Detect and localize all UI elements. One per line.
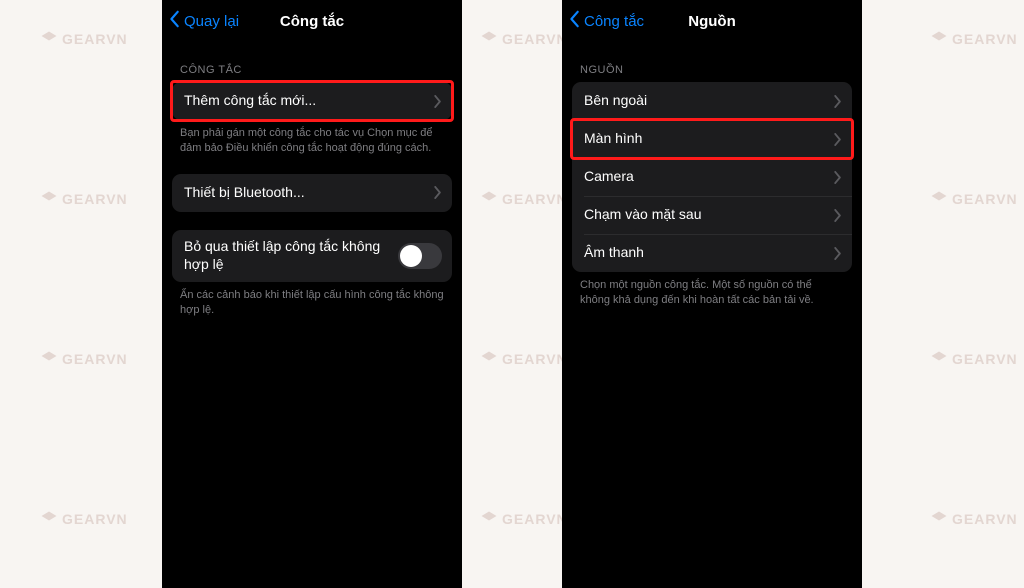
chevron-right-icon [834,133,842,146]
row-label: Thiết bị Bluetooth... [184,184,434,202]
chevron-left-icon [168,10,182,32]
footer-note: Bạn phải gán một công tắc cho tác vụ Chọ… [162,120,462,156]
chevron-right-icon [834,95,842,108]
footer-note: Chọn một nguồn công tắc. Một số nguồn có… [562,272,862,308]
page-title: Nguồn [688,13,735,30]
navbar: Quay lại Công tắc [162,0,462,42]
row-source-screen[interactable]: Màn hình [572,120,852,158]
back-label: Quay lại [184,13,239,30]
row-label: Thêm công tắc mới... [184,92,434,110]
navbar: Công tắc Nguồn [562,0,862,42]
group-add-switch: Thêm công tắc mới... [172,82,452,120]
row-label: Bỏ qua thiết lập công tắc không hợp lệ [184,238,398,273]
row-source-sound[interactable]: Âm thanh [572,234,852,272]
phone-right: Công tắc Nguồn NGUỒN Bên ngoài Màn hình … [562,0,862,588]
chevron-right-icon [434,186,442,199]
row-label: Bên ngoài [584,92,834,110]
row-bluetooth[interactable]: Thiết bị Bluetooth... [172,174,452,212]
row-source-backtap[interactable]: Chạm vào mặt sau [572,196,852,234]
chevron-right-icon [834,209,842,222]
row-label: Chạm vào mặt sau [584,206,834,224]
toggle-ignore[interactable] [398,243,442,269]
row-source-camera[interactable]: Camera [572,158,852,196]
back-button[interactable]: Quay lại [168,0,239,42]
group-sources: Bên ngoài Màn hình Camera Chạm vào mặt s… [572,82,852,272]
section-header: CÔNG TẮC [162,42,462,82]
chevron-left-icon [568,10,582,32]
row-add-switch[interactable]: Thêm công tắc mới... [172,82,452,120]
chevron-right-icon [834,247,842,260]
page-title: Công tắc [280,13,344,30]
footer-note: Ẩn các cảnh báo khi thiết lập cấu hình c… [162,282,462,318]
row-label: Âm thanh [584,244,834,262]
row-ignore-invalid[interactable]: Bỏ qua thiết lập công tắc không hợp lệ [172,230,452,282]
section-header: NGUỒN [562,42,862,82]
group-ignore: Bỏ qua thiết lập công tắc không hợp lệ [172,230,452,282]
row-source-external[interactable]: Bên ngoài [572,82,852,120]
row-label: Camera [584,168,834,186]
back-label: Công tắc [584,13,644,30]
row-label: Màn hình [584,130,834,148]
phone-left: Quay lại Công tắc CÔNG TẮC Thêm công tắc… [162,0,462,588]
chevron-right-icon [834,171,842,184]
group-bluetooth: Thiết bị Bluetooth... [172,174,452,212]
chevron-right-icon [434,95,442,108]
back-button[interactable]: Công tắc [568,0,644,42]
